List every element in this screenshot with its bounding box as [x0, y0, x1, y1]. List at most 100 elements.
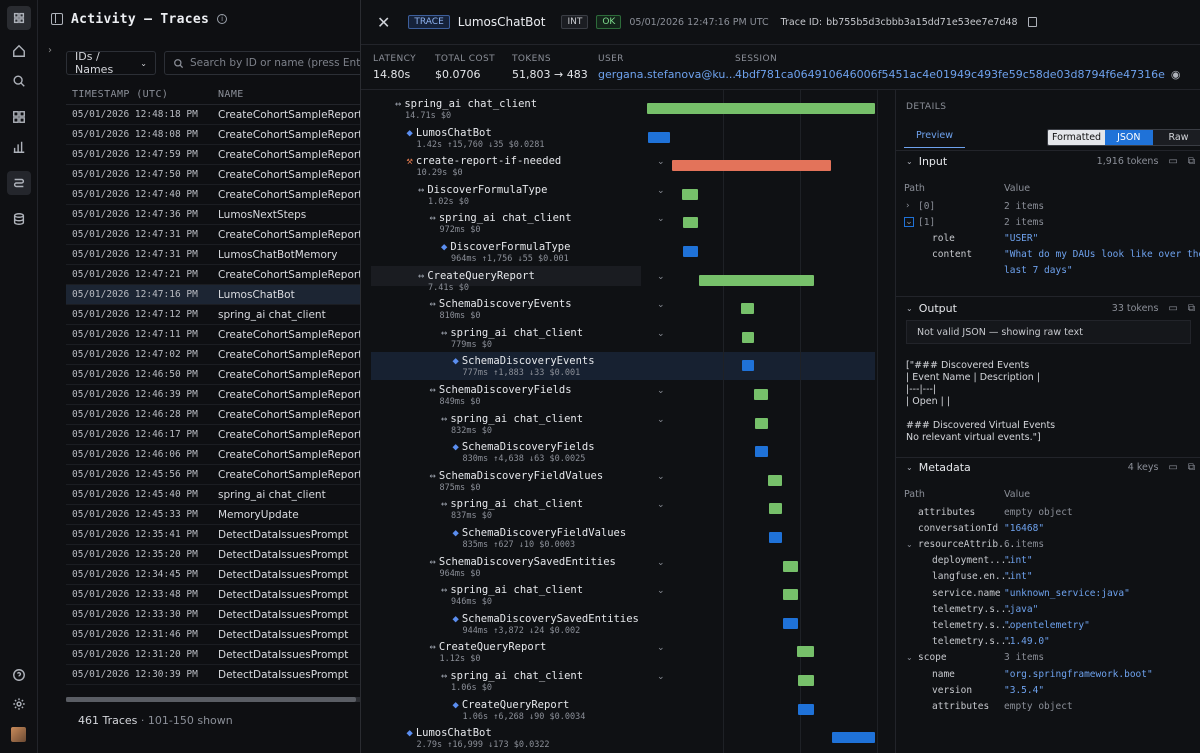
metadata-tree-row[interactable]: name "org.springframework.boot" [896, 666, 1200, 682]
span-node[interactable]: ◆ LumosChatBot 1.42s ↑15,760 ↓35 $0.0281 [407, 127, 676, 155]
timeline-bar[interactable] [831, 732, 875, 744]
span-node[interactable]: ↔spring_ai chat_client14.71s $0⌄ [395, 98, 675, 126]
timeline-bar[interactable] [796, 646, 815, 658]
settings-icon[interactable] [7, 692, 31, 716]
metadata-tree-row[interactable]: ⌄ resourceAttrib... 6 items [896, 536, 1200, 552]
timeline-bar[interactable] [741, 303, 754, 315]
span-node[interactable]: ◆ SchemaDiscoverySavedEntities 944ms ↑3,87… [453, 613, 676, 641]
span-node[interactable]: ↔ spring_ai chat_client 832ms $0 ⌄ [441, 413, 675, 441]
traces-icon[interactable] [7, 171, 31, 195]
span-node[interactable]: ↔ spring_ai chat_client 946ms $0 ⌄ [441, 584, 675, 612]
info-icon[interactable]: i [217, 14, 228, 24]
timeline-bar[interactable] [681, 188, 698, 200]
chevron-down-icon[interactable]: ⌄ [906, 540, 913, 549]
table-row[interactable]: 05/01/2026 12:46:50 PM CreateCohortSample… [66, 365, 360, 385]
table-row[interactable]: 05/01/2026 12:48:08 PM CreateCohortSample… [66, 125, 360, 145]
table-row[interactable]: 05/01/2026 12:47:50 PM CreateCohortSample… [66, 165, 360, 185]
timeline-bar[interactable] [742, 360, 755, 372]
table-row[interactable]: 05/01/2026 12:45:40 PM spring_ai chat_cli… [66, 485, 360, 505]
timeline-bar[interactable] [797, 703, 815, 715]
mode-raw[interactable]: Raw [1152, 130, 1200, 145]
close-icon[interactable]: ✕ [377, 13, 390, 32]
chevron-down-icon[interactable]: ⌄ [657, 186, 665, 196]
database-icon[interactable] [7, 207, 31, 231]
mode-json[interactable]: JSON [1105, 130, 1153, 145]
chevron-down-icon[interactable]: ⌄ [657, 300, 665, 310]
table-row[interactable]: 05/01/2026 12:46:17 PM CreateCohortSample… [66, 425, 360, 445]
metadata-tree-row[interactable]: ⌄ scope 3 items [896, 650, 1200, 666]
table-row[interactable]: 05/01/2026 12:46:06 PM CreateCohortSample… [66, 445, 360, 465]
table-row[interactable]: 05/01/2026 12:47:40 PM CreateCohortSample… [66, 185, 360, 205]
span-node[interactable]: ⚒ create-report-if-needed 10.29s $0 ⌄ [407, 155, 676, 183]
timeline-bar[interactable] [683, 246, 698, 257]
timeline-bar[interactable] [754, 389, 768, 400]
metadata-tree-row[interactable]: telemetry.s... "1.49.0" [896, 634, 1200, 650]
comment-icon[interactable]: ▭ [1168, 462, 1177, 473]
chevron-down-icon[interactable]: ⌄ [657, 643, 665, 653]
timeline-bar[interactable] [782, 560, 798, 572]
span-node[interactable]: ◆ CreateQueryReport 1.06s ↑6,268 ↓90 $0.00… [453, 699, 676, 727]
comment-icon[interactable]: ▭ [1168, 156, 1177, 167]
chevron-right-icon[interactable]: › [906, 201, 910, 211]
timeline-bar[interactable] [768, 474, 782, 486]
span-node[interactable]: ◆ SchemaDiscoveryFields 830ms ↑4,638 ↓63 $… [453, 441, 676, 469]
eye-icon[interactable]: ◉ [1171, 68, 1181, 81]
comment-icon[interactable]: ▭ [1168, 303, 1177, 314]
table-row[interactable]: 05/01/2026 12:47:12 PM spring_ai chat_cli… [66, 305, 360, 325]
copy-icon[interactable] [1027, 17, 1037, 27]
span-node[interactable]: ↔ spring_ai chat_client 972ms $0 ⌄ [430, 212, 676, 240]
id-name-filter-dropdown[interactable]: IDs / Names ⌄ [66, 50, 156, 76]
span-node[interactable]: ↔ spring_ai chat_client 1.06s $0 ⌄ [441, 670, 675, 698]
table-row[interactable]: 05/01/2026 12:47:59 PM CreateCohortSample… [66, 145, 360, 165]
col-timestamp-header[interactable]: TIMESTAMP (UTC) [66, 89, 218, 100]
timeline-bar[interactable] [797, 675, 815, 686]
chevron-down-icon[interactable]: ⌄ [906, 653, 913, 662]
search-input[interactable]: Search by ID or name (press Enter) [164, 51, 364, 75]
horizontal-scrollbar[interactable] [66, 697, 360, 702]
timeline-bar[interactable] [648, 131, 671, 143]
avatar[interactable] [11, 727, 26, 742]
table-row[interactable]: 05/01/2026 12:47:21 PM CreateCohortSample… [66, 265, 360, 285]
sidebar-toggle-icon[interactable] [51, 13, 63, 25]
chevron-right-icon[interactable]: › [42, 42, 58, 58]
input-tree-row[interactable]: last 7 days" [896, 262, 1200, 278]
chevron-down-icon[interactable]: ⌄ [657, 500, 665, 510]
timeline-bar[interactable] [754, 417, 768, 429]
chevron-down-icon[interactable]: ⌄ [657, 329, 665, 339]
copy-icon[interactable]: ⧉ [1188, 303, 1195, 314]
timeline-bar[interactable] [755, 446, 768, 458]
metadata-tree-row[interactable]: telemetry.s... "opentelemetry" [896, 617, 1200, 633]
span-node[interactable]: ↔ SchemaDiscoveryEvents 810ms $0 ⌄ [430, 298, 676, 326]
timeline-bar[interactable] [768, 503, 782, 515]
metadata-tree-row[interactable]: telemetry.s... "java" [896, 601, 1200, 617]
chart-icon[interactable] [7, 135, 31, 159]
chevron-down-icon[interactable]: ⌄ [657, 415, 665, 425]
tab-preview[interactable]: Preview [904, 130, 965, 148]
table-row[interactable]: 05/01/2026 12:47:31 PM LumosChatBotMemory [66, 245, 360, 265]
chevron-down-icon[interactable]: ⌄ [657, 157, 665, 167]
table-row[interactable]: 05/01/2026 12:45:33 PM MemoryUpdate [66, 505, 360, 525]
span-node[interactable]: ↔ SchemaDiscoveryFields 849ms $0 ⌄ [430, 384, 676, 412]
input-tree-row[interactable]: role "USER" [896, 230, 1200, 246]
table-row[interactable]: 05/01/2026 12:35:20 PM DetectDataIssuesPr… [66, 545, 360, 565]
timeline-bar[interactable] [671, 160, 831, 172]
table-row[interactable]: 05/01/2026 12:47:36 PM LumosNextSteps [66, 205, 360, 225]
table-row[interactable]: 05/01/2026 12:31:46 PM DetectDataIssuesPr… [66, 625, 360, 645]
metadata-tree-row[interactable]: langfuse.en... "int" [896, 569, 1200, 585]
span-node[interactable]: ◆ SchemaDiscoveryEvents 777ms ↑1,883 ↓33 $… [453, 355, 676, 383]
span-node[interactable]: ◆ LumosChatBot 2.79s ↑16,999 ↓173 $0.0322 [407, 727, 676, 753]
chevron-down-icon[interactable]: ⌄ [657, 672, 665, 682]
span-node[interactable]: ◆ SchemaDiscoveryFieldValues 835ms ↑627 ↓1… [453, 527, 676, 555]
chevron-down-icon[interactable]: ⌄ [657, 586, 665, 596]
table-row[interactable]: 05/01/2026 12:47:16 PM LumosChatBot [66, 285, 360, 305]
chevron-down-icon[interactable]: ⌄ [657, 386, 665, 396]
table-row[interactable]: 05/01/2026 12:33:30 PM DetectDataIssuesPr… [66, 605, 360, 625]
input-tree-row[interactable]: › [0] 2 items [896, 198, 1200, 214]
timeline-bar[interactable] [682, 217, 698, 229]
metadata-tree-row[interactable]: version "3.5.4" [896, 682, 1200, 698]
timeline-bar[interactable] [647, 103, 875, 114]
session-link[interactable]: 4bdf781ca064910646006f5451ac4e01949c493f… [735, 68, 1165, 81]
timeline-bar[interactable] [768, 532, 782, 543]
timeline-bar[interactable] [783, 617, 798, 629]
table-row[interactable]: 05/01/2026 12:34:45 PM DetectDataIssuesPr… [66, 565, 360, 585]
